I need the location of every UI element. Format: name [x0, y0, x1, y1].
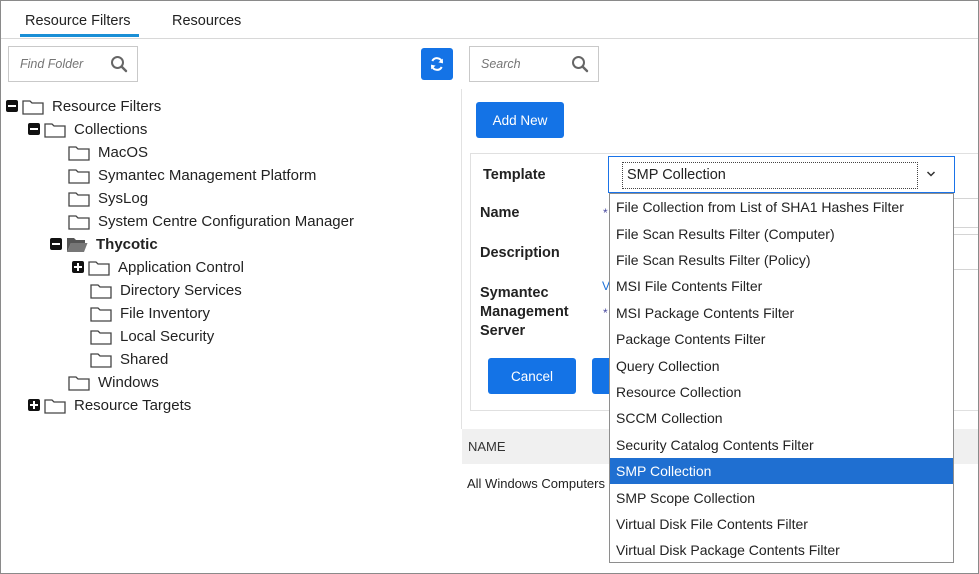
collapse-toggle-icon[interactable]: [50, 238, 62, 250]
tree-node[interactable]: File Inventory: [90, 303, 210, 323]
collapse-toggle-icon[interactable]: [6, 100, 18, 112]
tab-bar: Resource Filters Resources: [1, 1, 978, 39]
refresh-icon: [431, 57, 443, 71]
folder-icon: [68, 375, 90, 391]
tree-node[interactable]: Collections: [28, 119, 147, 139]
tree-node-label: Resource Targets: [74, 396, 192, 414]
dropdown-option[interactable]: Security Catalog Contents Filter: [610, 432, 953, 458]
dropdown-option[interactable]: SCCM Collection: [610, 405, 953, 431]
tree-node[interactable]: MacOS: [68, 142, 148, 162]
tree-node[interactable]: SysLog: [68, 188, 148, 208]
tree-node-label: System Centre Configuration Manager: [98, 212, 354, 230]
search-field[interactable]: [469, 46, 599, 82]
description-label: Description: [480, 245, 560, 261]
folder-icon: [68, 145, 90, 161]
folder-icon: [68, 214, 90, 230]
dropdown-option[interactable]: Resource Collection: [610, 379, 953, 405]
required-mark: *: [603, 306, 608, 320]
table-row[interactable]: All Windows Computers: [467, 476, 605, 491]
search-icon[interactable]: [110, 55, 128, 73]
find-folder-field[interactable]: [8, 46, 138, 82]
folder-icon: [44, 398, 66, 414]
tree-node[interactable]: Local Security: [90, 326, 214, 346]
template-dropdown-list: File Collection from List of SHA1 Hashes…: [609, 193, 954, 563]
tree-node-label: Symantec Management Platform: [98, 166, 317, 184]
tree-node-label: Collections: [74, 120, 148, 138]
expand-toggle-icon[interactable]: [28, 399, 40, 411]
tree-node-label: Resource Filters: [52, 97, 162, 115]
dropdown-option[interactable]: MSI Package Contents Filter: [610, 300, 953, 326]
dropdown-option[interactable]: File Scan Results Filter (Policy): [610, 247, 953, 273]
tree-node-label: Windows: [98, 373, 159, 391]
panel-divider: [461, 89, 462, 429]
folder-icon: [68, 191, 90, 207]
dropdown-option[interactable]: MSI File Contents Filter: [610, 273, 953, 299]
dropdown-option[interactable]: SMP Scope Collection: [610, 484, 953, 510]
server-label: Symantec Management Server: [480, 285, 569, 339]
folder-icon: [22, 99, 44, 115]
folder-icon: [90, 283, 112, 299]
template-label: Template: [483, 167, 546, 183]
tree-node-label: SysLog: [98, 189, 149, 207]
dropdown-option[interactable]: File Collection from List of SHA1 Hashes…: [610, 194, 953, 220]
dropdown-option[interactable]: Query Collection: [610, 352, 953, 378]
dropdown-option-selected[interactable]: SMP Collection: [610, 458, 953, 485]
folder-icon: [68, 168, 90, 184]
tree-node[interactable]: Symantec Management Platform: [68, 165, 316, 185]
folder-icon: [90, 306, 112, 322]
dropdown-option[interactable]: Package Contents Filter: [610, 326, 953, 352]
required-mark: *: [603, 206, 608, 220]
folder-icon: [90, 329, 112, 345]
folder-icon: [88, 260, 110, 276]
dropdown-option[interactable]: Virtual Disk Package Contents Filter: [610, 537, 953, 563]
tree-node[interactable]: Shared: [90, 349, 168, 369]
refresh-button[interactable]: [421, 48, 453, 80]
tree-node-label: Shared: [120, 350, 169, 368]
dropdown-option[interactable]: File Scan Results Filter (Computer): [610, 220, 953, 246]
column-header-name[interactable]: NAME: [468, 439, 506, 454]
folder-icon: [90, 352, 112, 368]
tree-node[interactable]: Resource Targets: [28, 395, 191, 415]
name-input[interactable]: [953, 198, 978, 228]
select-focus-ring: SMP Collection: [622, 162, 918, 189]
expand-toggle-icon[interactable]: [72, 261, 84, 273]
template-select[interactable]: SMP Collection: [608, 156, 955, 193]
chevron-down-icon[interactable]: [926, 169, 936, 179]
description-input[interactable]: [953, 234, 978, 270]
tree-node[interactable]: Windows: [68, 372, 159, 392]
search-input[interactable]: [481, 57, 571, 71]
cancel-button[interactable]: Cancel: [488, 358, 576, 394]
tree-node-label: MacOS: [98, 143, 149, 161]
tree-node[interactable]: System Centre Configuration Manager: [68, 211, 354, 231]
tree-node[interactable]: Application Control: [72, 257, 244, 277]
folder-open-icon: [67, 237, 88, 252]
name-label: Name: [480, 205, 520, 221]
tree-node[interactable]: Resource Filters: [6, 96, 161, 116]
tree-node[interactable]: Thycotic: [50, 234, 158, 254]
app-window: Resource Filters Resources Resource Filt…: [0, 0, 979, 574]
tab-resource-filters[interactable]: Resource Filters: [20, 13, 139, 37]
folder-icon: [44, 122, 66, 138]
tree-node-label: Thycotic: [96, 235, 158, 253]
select-value: SMP Collection: [627, 167, 726, 183]
tree-node-label: Local Security: [120, 327, 215, 345]
add-new-button[interactable]: Add New: [476, 102, 564, 138]
collapse-toggle-icon[interactable]: [28, 123, 40, 135]
find-folder-input[interactable]: [20, 57, 110, 71]
tree-node[interactable]: Directory Services: [90, 280, 242, 300]
search-icon[interactable]: [571, 55, 589, 73]
dropdown-option[interactable]: Virtual Disk File Contents Filter: [610, 511, 953, 537]
tab-resources[interactable]: Resources: [172, 13, 241, 29]
tree-node-label: Application Control: [118, 258, 244, 276]
tree-node-label: File Inventory: [120, 304, 211, 322]
tree-node-label: Directory Services: [120, 281, 242, 299]
